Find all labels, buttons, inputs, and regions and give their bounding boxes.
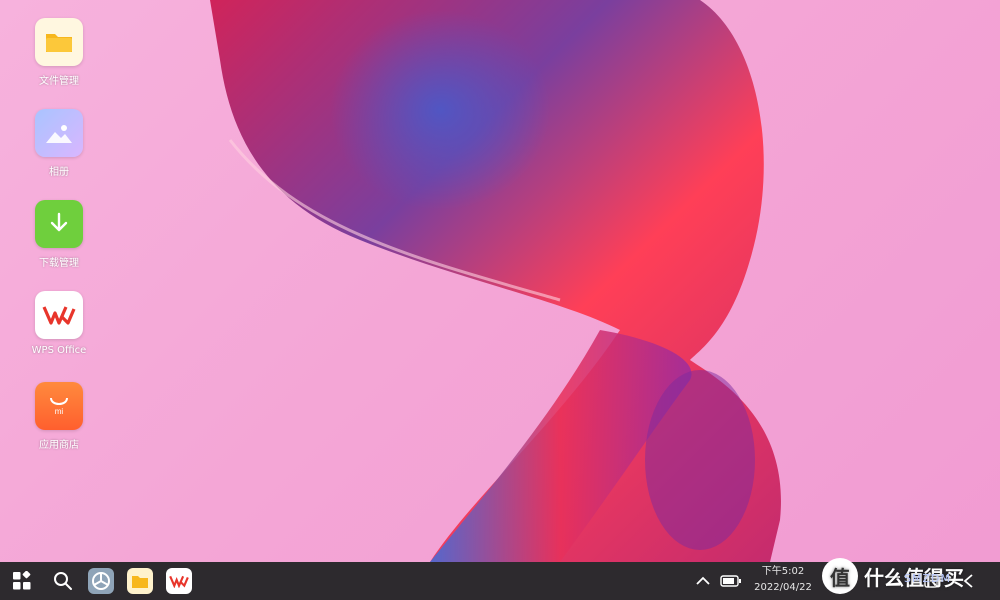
folder-icon[interactable] [127,568,153,594]
folder-icon [35,18,83,66]
watermark-logo: 值 [822,558,858,594]
wps-office-icon [35,291,83,339]
wps-office-icon[interactable] [166,568,192,594]
desktop-icon-app-store[interactable]: mi 应用商店 [20,382,98,451]
desktop-icon-label: 文件管理 [39,76,79,87]
gallery-icon [35,109,83,157]
battery-icon[interactable] [718,568,744,594]
desktop-icon-label: WPS Office [31,345,87,356]
clock[interactable]: 下午5:02 2022/04/22 [748,564,818,596]
desktop-icon-label: 应用商店 [39,440,79,451]
search-icon[interactable] [50,568,76,594]
svg-text:mi: mi [55,407,64,416]
app-store-icon: mi [35,382,83,430]
clock-date: 2022/04/22 [754,582,812,593]
desktop-icon-download-manager[interactable]: 下载管理 [20,200,98,269]
desktop-icon-wps-office[interactable]: WPS Office [20,291,98,356]
desktop-icon-label: 相册 [49,167,69,178]
download-icon [35,200,83,248]
chevron-up-icon[interactable] [690,568,716,594]
watermark: 值 什么值得买 SMZDM [822,556,964,596]
desktop-icon-label: 下载管理 [39,258,79,269]
desktop-icon-file-manager[interactable]: 文件管理 [20,18,98,87]
windows-grid-icon[interactable] [9,568,35,594]
clock-time: 下午5:02 [761,566,805,577]
browser-icon[interactable] [88,568,114,594]
wallpaper [210,0,781,562]
desktop-icon-gallery[interactable]: 相册 [20,109,98,178]
watermark-sub: SMZDM [904,572,951,585]
